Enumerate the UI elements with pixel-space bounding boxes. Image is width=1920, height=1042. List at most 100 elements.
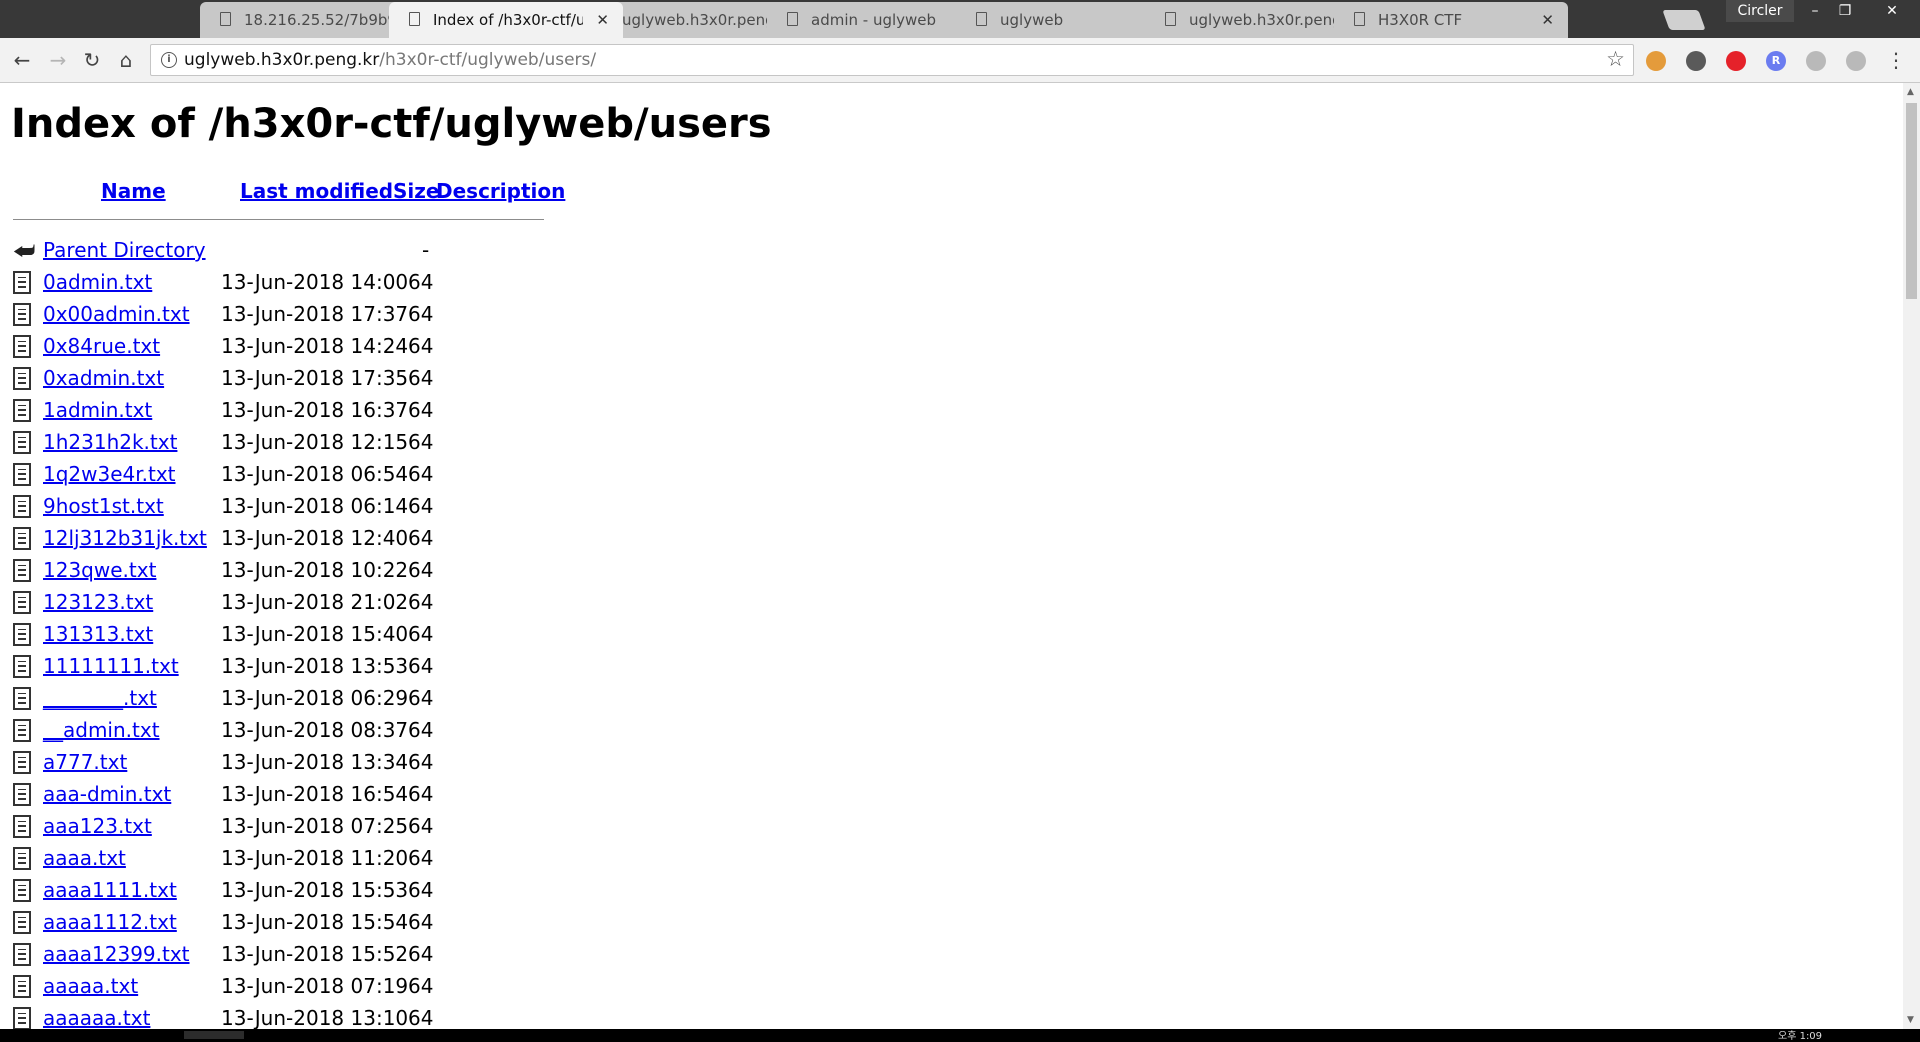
file-size: - [422, 238, 430, 262]
last-modified: 13-Jun-2018 12:15 [221, 430, 409, 454]
scrollbar[interactable]: ▲ ▼ [1903, 83, 1920, 1029]
info-icon[interactable]: i [161, 52, 177, 68]
maximize-button[interactable]: ❐ [1830, 0, 1860, 22]
tab-title: Index of /h3x0r-ctf/ugly [433, 11, 583, 29]
text-file-icon [13, 463, 31, 486]
file-link[interactable]: ________.txt [43, 686, 157, 710]
last-modified: 13-Jun-2018 13:34 [221, 750, 409, 774]
url-host: uglyweb.h3x0r.peng.kr [184, 50, 380, 70]
file-size: 64 [408, 654, 434, 678]
cookie-icon[interactable] [1646, 51, 1666, 71]
new-tab-button[interactable] [1662, 10, 1706, 30]
last-modified: 13-Jun-2018 08:37 [221, 718, 409, 742]
file-row: aaaa.txt 13-Jun-2018 11:20 64 [0, 844, 600, 876]
file-link[interactable]: 11111111.txt [43, 654, 179, 678]
last-modified: 13-Jun-2018 13:53 [221, 654, 409, 678]
file-link[interactable]: 1h231h2k.txt [43, 430, 177, 454]
file-size: 64 [408, 366, 434, 390]
reload-button[interactable]: ↻ [78, 46, 106, 74]
taskbar-item[interactable] [184, 1031, 244, 1039]
file-link[interactable]: a777.txt [43, 750, 127, 774]
sort-by-size-link[interactable]: Size [393, 179, 439, 203]
file-row: 123123.txt 13-Jun-2018 21:02 64 [0, 588, 600, 620]
file-link[interactable]: 123qwe.txt [43, 558, 156, 582]
file-link[interactable]: 0admin.txt [43, 270, 152, 294]
file-link[interactable]: aaa123.txt [43, 814, 152, 838]
gear-icon[interactable] [1686, 51, 1706, 71]
file-row: 1q2w3e4r.txt 13-Jun-2018 06:54 64 [0, 460, 600, 492]
last-modified: 13-Jun-2018 06:14 [221, 494, 409, 518]
file-row: 1admin.txt 13-Jun-2018 16:37 64 [0, 396, 600, 428]
file-row: __admin.txt 13-Jun-2018 08:37 64 [0, 716, 600, 748]
sort-by-description-link[interactable]: Description [436, 179, 565, 203]
discord-icon[interactable] [1846, 51, 1866, 71]
file-link[interactable]: 131313.txt [43, 622, 153, 646]
scrollbar-thumb[interactable] [1906, 103, 1917, 299]
file-link[interactable]: 12lj312b31jk.txt [43, 526, 207, 550]
scroll-up-arrow-icon[interactable]: ▲ [1907, 87, 1914, 97]
last-modified: 13-Jun-2018 16:54 [221, 782, 409, 806]
file-link[interactable]: aaaaa.txt [43, 974, 138, 998]
forward-button[interactable]: → [44, 46, 72, 74]
file-row: aaaa1111.txt 13-Jun-2018 15:53 64 [0, 876, 600, 908]
os-taskbar: 오후 1:09 [0, 1029, 1920, 1042]
text-file-icon [13, 815, 31, 838]
browser-tab[interactable]: Index of /h3x0r-ctf/ugly ✕ [389, 2, 623, 38]
parent-directory-link[interactable]: Parent Directory [43, 238, 206, 262]
file-link[interactable]: aaa-dmin.txt [43, 782, 171, 806]
url-text[interactable]: uglyweb.h3x0r.peng.kr/h3x0r-ctf/uglyweb/… [184, 50, 596, 70]
bookmark-star-icon[interactable]: ☆ [1606, 47, 1625, 71]
file-link[interactable]: 123123.txt [43, 590, 153, 614]
file-size: 64 [408, 334, 434, 358]
close-window-button[interactable]: ✕ [1872, 0, 1912, 22]
tab-title: uglyweb.h3x0r.peng.kr/ [1189, 11, 1339, 29]
menu-icon[interactable]: ⋮ [1886, 48, 1906, 72]
file-row: aaa-dmin.txt 13-Jun-2018 16:54 64 [0, 780, 600, 812]
text-file-icon [13, 335, 31, 358]
text-file-icon [13, 495, 31, 518]
dot-icon[interactable] [1806, 51, 1826, 71]
sort-by-name-link[interactable]: Name [101, 179, 166, 203]
file-size: 64 [408, 878, 434, 902]
text-file-icon [13, 559, 31, 582]
file-row: 0xadmin.txt 13-Jun-2018 17:35 64 [0, 364, 600, 396]
close-tab-icon[interactable]: ✕ [596, 2, 609, 38]
sort-by-modified-link[interactable]: Last modified [240, 179, 393, 203]
file-link[interactable]: aaaa12399.txt [43, 942, 190, 966]
file-link[interactable]: aaaa.txt [43, 846, 126, 870]
text-file-icon [13, 687, 31, 710]
page-icon [1165, 12, 1176, 26]
file-link[interactable]: 0xadmin.txt [43, 366, 164, 390]
file-link[interactable]: 1q2w3e4r.txt [43, 462, 176, 486]
address-bar[interactable]: i uglyweb.h3x0r.peng.kr/h3x0r-ctf/uglywe… [150, 44, 1634, 76]
minimize-button[interactable]: – [1800, 0, 1830, 22]
page-icon [787, 12, 798, 26]
scroll-down-arrow-icon[interactable]: ▼ [1907, 1015, 1914, 1025]
file-size: 64 [408, 462, 434, 486]
file-size: 64 [408, 622, 434, 646]
page-icon [1354, 12, 1365, 26]
profile-button[interactable]: Circler [1726, 0, 1794, 22]
file-link[interactable]: 0x00admin.txt [43, 302, 190, 326]
file-link[interactable]: 9host1st.txt [43, 494, 164, 518]
file-size: 64 [408, 942, 434, 966]
r-icon[interactable]: R [1766, 51, 1786, 71]
browser-tab[interactable]: H3X0R CTF ✕ [1334, 2, 1568, 38]
file-link[interactable]: aaaa1112.txt [43, 910, 177, 934]
tab-title: admin - uglyweb [811, 11, 937, 29]
last-modified: 13-Jun-2018 14:24 [221, 334, 409, 358]
opera-icon[interactable] [1726, 51, 1746, 71]
file-link[interactable]: 1admin.txt [43, 398, 152, 422]
file-link[interactable]: 0x84rue.txt [43, 334, 160, 358]
close-tab-icon[interactable]: ✕ [1541, 2, 1554, 38]
file-link[interactable]: aaaaaa.txt [43, 1006, 150, 1029]
back-button[interactable]: ← [8, 46, 36, 74]
text-file-icon [13, 431, 31, 454]
last-modified: 13-Jun-2018 17:37 [221, 302, 409, 326]
home-button[interactable]: ⌂ [112, 46, 140, 74]
last-modified: 13-Jun-2018 06:29 [221, 686, 409, 710]
listing-header: Name Last modified Size Description [0, 179, 565, 209]
file-link[interactable]: __admin.txt [43, 718, 160, 742]
file-row: aaaa1112.txt 13-Jun-2018 15:54 64 [0, 908, 600, 940]
file-link[interactable]: aaaa1111.txt [43, 878, 177, 902]
